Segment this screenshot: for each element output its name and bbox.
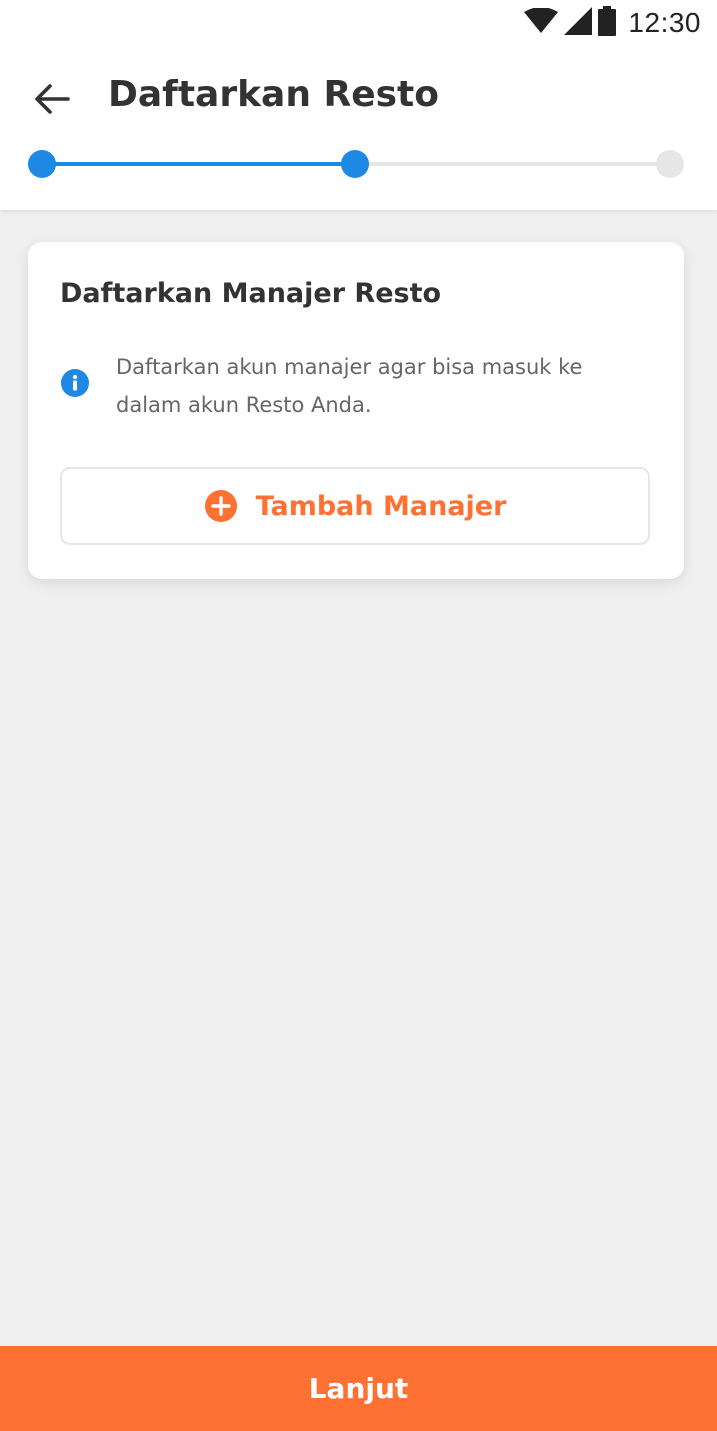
info-text: Daftarkan akun manajer agar bisa masuk k… (116, 355, 583, 417)
manager-card: Daftarkan Manajer Resto Daftarkan akun m… (28, 242, 684, 579)
next-button-label: Lanjut (308, 1372, 409, 1405)
back-button[interactable] (26, 76, 78, 122)
screen: 12:30 Daftarkan Resto Daftarkan Manajer … (0, 0, 717, 1431)
info-circle-icon (61, 369, 89, 397)
wifi-icon (524, 7, 559, 38)
stepper-line-remaining (355, 162, 670, 166)
progress-stepper (28, 150, 684, 178)
page-title: Daftarkan Resto (108, 74, 439, 115)
add-manager-label: Tambah Manajer (255, 490, 507, 522)
status-bar: 12:30 (0, 0, 717, 46)
app-header: Daftarkan Resto (0, 46, 717, 210)
plus-circle-icon (204, 490, 237, 522)
arrow-left-icon (35, 84, 70, 114)
step-2-dot (341, 150, 369, 178)
step-3-dot (656, 150, 684, 178)
status-time: 12:30 (628, 7, 701, 38)
battery-icon (598, 6, 617, 40)
status-icons: 12:30 (524, 5, 701, 41)
stepper-line-completed (42, 162, 355, 166)
step-1-dot (28, 150, 56, 178)
signal-icon (564, 7, 593, 39)
add-manager-button[interactable]: Tambah Manajer (60, 467, 650, 545)
next-button[interactable]: Lanjut (0, 1346, 717, 1431)
card-title: Daftarkan Manajer Resto (60, 278, 442, 309)
